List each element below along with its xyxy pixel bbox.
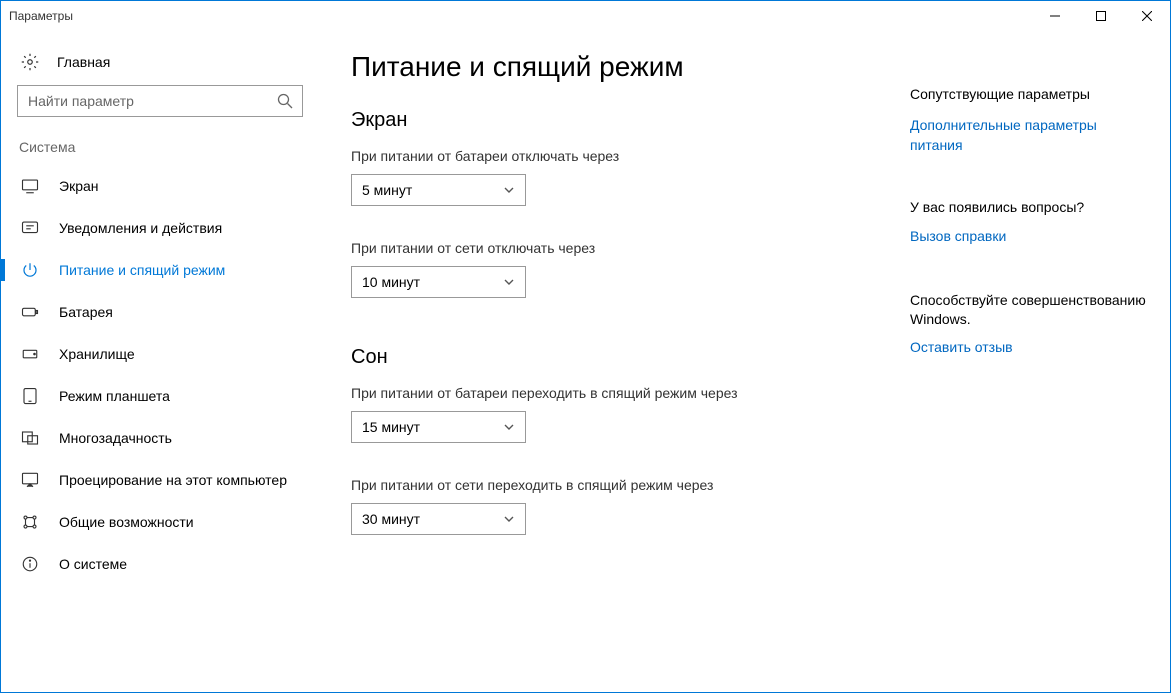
related-settings-title: Сопутствующие параметры (910, 86, 1150, 102)
get-help-link[interactable]: Вызов справки (910, 227, 1150, 247)
help-title: У вас появились вопросы? (910, 199, 1150, 215)
minimize-button[interactable] (1032, 1, 1078, 31)
home-link[interactable]: Главная (1, 45, 321, 85)
sleep-heading: Сон (351, 346, 910, 369)
sidebar-item-display[interactable]: Экран (1, 165, 321, 207)
sidebar-item-label: Режим планшета (59, 388, 170, 404)
sidebar-item-label: Батарея (59, 304, 113, 320)
multitasking-icon (21, 429, 39, 447)
home-label: Главная (57, 54, 110, 70)
screen-plugged-label: При питании от сети отключать через (351, 240, 910, 256)
additional-power-link[interactable]: Дополнительные параметры питания (910, 116, 1150, 155)
sleep-battery-label: При питании от батареи переходить в спящ… (351, 385, 910, 401)
power-icon (21, 261, 39, 279)
screen-battery-label: При питании от батареи отключать через (351, 148, 910, 164)
sidebar-item-battery[interactable]: Батарея (1, 291, 321, 333)
screen-heading: Экран (351, 109, 910, 132)
gear-icon (21, 53, 39, 71)
storage-icon (21, 345, 39, 363)
select-value: 15 минут (362, 419, 420, 435)
feedback-link[interactable]: Оставить отзыв (910, 338, 1150, 358)
chevron-down-icon (503, 184, 515, 196)
search-icon (277, 93, 293, 109)
sidebar-item-label: О системе (59, 556, 127, 572)
close-button[interactable] (1124, 1, 1170, 31)
search-input[interactable] (17, 85, 303, 117)
screen-battery-select[interactable]: 5 минут (351, 174, 526, 206)
sidebar-section-label: Система (1, 139, 321, 165)
shared-icon (21, 513, 39, 531)
sidebar-item-label: Питание и спящий режим (59, 262, 225, 278)
sidebar-item-projecting[interactable]: Проецирование на этот компьютер (1, 459, 321, 501)
page-title: Питание и спящий режим (351, 51, 910, 83)
sidebar-item-label: Общие возможности (59, 514, 194, 530)
main-panel: Питание и спящий режим Экран При питании… (321, 31, 910, 692)
sidebar-item-label: Проецирование на этот компьютер (59, 472, 287, 488)
info-icon (21, 555, 39, 573)
sidebar-item-label: Многозадачность (59, 430, 172, 446)
chevron-down-icon (503, 513, 515, 525)
screen-plugged-select[interactable]: 10 минут (351, 266, 526, 298)
display-icon (21, 177, 39, 195)
sidebar-item-storage[interactable]: Хранилище (1, 333, 321, 375)
select-value: 10 минут (362, 274, 420, 290)
notifications-icon (21, 219, 39, 237)
select-value: 5 минут (362, 182, 412, 198)
sleep-plugged-select[interactable]: 30 минут (351, 503, 526, 535)
maximize-button[interactable] (1078, 1, 1124, 31)
feedback-title: Способствуйте совершенствованию Windows. (910, 291, 1150, 330)
sidebar-item-label: Хранилище (59, 346, 135, 362)
sleep-plugged-label: При питании от сети переходить в спящий … (351, 477, 910, 493)
sidebar-item-label: Уведомления и действия (59, 220, 222, 236)
aside-panel: Сопутствующие параметры Дополнительные п… (910, 31, 1170, 692)
projecting-icon (21, 471, 39, 489)
sidebar-item-tablet[interactable]: Режим планшета (1, 375, 321, 417)
sidebar: Главная Система Экран Уведомления и дейс… (1, 31, 321, 692)
sidebar-item-multitasking[interactable]: Многозадачность (1, 417, 321, 459)
chevron-down-icon (503, 421, 515, 433)
sidebar-item-power[interactable]: Питание и спящий режим (1, 249, 321, 291)
select-value: 30 минут (362, 511, 420, 527)
battery-icon (21, 303, 39, 321)
sidebar-item-notifications[interactable]: Уведомления и действия (1, 207, 321, 249)
sleep-battery-select[interactable]: 15 минут (351, 411, 526, 443)
sidebar-item-about[interactable]: О системе (1, 543, 321, 585)
tablet-icon (21, 387, 39, 405)
chevron-down-icon (503, 276, 515, 288)
window-title: Параметры (9, 9, 73, 23)
sidebar-item-shared[interactable]: Общие возможности (1, 501, 321, 543)
sidebar-item-label: Экран (59, 178, 99, 194)
